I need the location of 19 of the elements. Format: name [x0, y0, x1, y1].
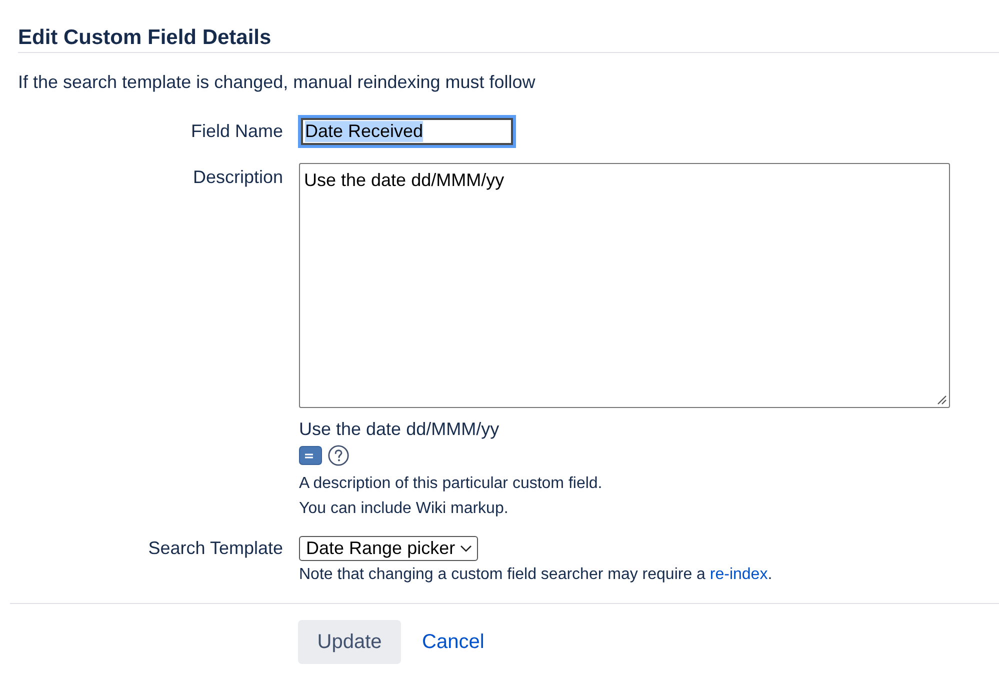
- help-icon[interactable]: [328, 445, 349, 466]
- reindex-notice: If the search template is changed, manual reindexing must follow: [18, 71, 536, 94]
- page-title: Edit Custom Field Details: [18, 25, 272, 51]
- search-template-select[interactable]: Date Range picker: [299, 536, 478, 561]
- input-field[interactable]: Date Received: [298, 115, 516, 148]
- update-button[interactable]: Update: [298, 620, 401, 664]
- field-label: Description: [192, 166, 283, 189]
- cancel-link[interactable]: Cancel: [422, 630, 484, 654]
- help-text: A description of this particular custom field.: [299, 474, 602, 494]
- searcher-note: Note that changing a custom field searcher may require a re-index.: [299, 565, 772, 585]
- reindex-link[interactable]: re-index: [710, 566, 768, 583]
- field-label: Search Template: [148, 537, 283, 560]
- resize-grip-icon[interactable]: [937, 395, 947, 405]
- help-text: You can include Wiki markup.: [299, 499, 508, 519]
- text-lines-icon[interactable]: [299, 446, 322, 465]
- description-textarea[interactable]: Use the date dd/MMM/yy: [299, 163, 950, 408]
- field-label: Field Name: [190, 120, 283, 143]
- description-preview: Use the date dd/MMM/yy: [299, 418, 500, 441]
- chevron-down-icon: [460, 545, 472, 552]
